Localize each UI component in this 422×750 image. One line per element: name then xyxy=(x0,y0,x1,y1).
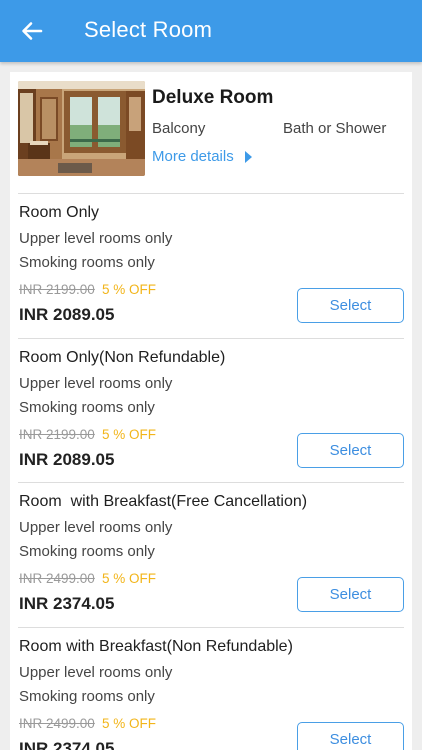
rate-plan: Room Only Upper level rooms only Smoking… xyxy=(18,193,404,338)
select-button[interactable]: Select xyxy=(297,577,404,612)
original-price: INR 2199.00 xyxy=(19,282,95,297)
discount-badge: 5 % OFF xyxy=(102,426,157,442)
plan-note: Smoking rooms only xyxy=(19,398,155,416)
plan-note: Smoking rooms only xyxy=(19,254,155,271)
amenity-balcony: Balcony xyxy=(152,120,206,137)
final-price: INR 2089.05 xyxy=(19,305,115,324)
original-price: INR 2199.00 xyxy=(19,426,95,442)
final-price: INR 2374.05 xyxy=(19,738,115,750)
discount-badge: 5 % OFF xyxy=(102,571,157,586)
more-details-label: More details xyxy=(152,148,234,165)
amenity-bath: Bath or Shower xyxy=(283,120,387,137)
select-button[interactable]: Select xyxy=(297,432,404,468)
page-title: Select Room xyxy=(84,17,213,42)
plan-name: Room Only xyxy=(19,204,100,221)
plan-note: Upper level rooms only xyxy=(19,663,173,681)
rate-plan: Room Only(Non Refundable) Upper level ro… xyxy=(18,337,404,483)
rate-plan: Room with Breakfast(Free Cancellation) U… xyxy=(18,482,404,627)
app-bar: Select Room xyxy=(0,0,422,62)
discount-badge: 5 % OFF xyxy=(102,715,157,731)
caret-right-icon xyxy=(244,150,252,163)
final-price: INR 2089.05 xyxy=(19,449,115,469)
plan-name: Room with Breakfast(Free Cancellation) xyxy=(19,493,308,510)
plan-note: Smoking rooms only xyxy=(19,543,155,560)
plan-note: Upper level rooms only xyxy=(19,519,173,536)
plan-name: Room with Breakfast(Non Refundable) xyxy=(19,637,293,655)
arrow-left-icon xyxy=(22,22,43,40)
back-button[interactable] xyxy=(12,13,52,49)
plan-note: Upper level rooms only xyxy=(19,374,173,392)
discount-badge: 5 % OFF xyxy=(102,282,157,297)
original-price: INR 2499.00 xyxy=(19,715,95,731)
room-name: Deluxe Room xyxy=(152,87,274,108)
rate-plan-list: Room Only Upper level rooms only Smoking… xyxy=(18,193,404,750)
original-price: INR 2499.00 xyxy=(19,571,95,586)
plan-name: Room Only(Non Refundable) xyxy=(19,348,226,366)
final-price: INR 2374.05 xyxy=(19,594,115,613)
room-photo[interactable] xyxy=(18,81,145,176)
select-button[interactable]: Select xyxy=(297,721,404,750)
plan-note: Upper level rooms only xyxy=(19,230,173,247)
select-button[interactable]: Select xyxy=(297,288,404,323)
more-details-link[interactable]: More details xyxy=(152,148,252,165)
room-header: Deluxe Room Balcony Bath or Shower More … xyxy=(10,72,412,194)
rate-plan: Room with Breakfast(Non Refundable) Uppe… xyxy=(18,626,404,750)
plan-note: Smoking rooms only xyxy=(19,687,155,705)
room-card: Deluxe Room Balcony Bath or Shower More … xyxy=(10,72,412,750)
